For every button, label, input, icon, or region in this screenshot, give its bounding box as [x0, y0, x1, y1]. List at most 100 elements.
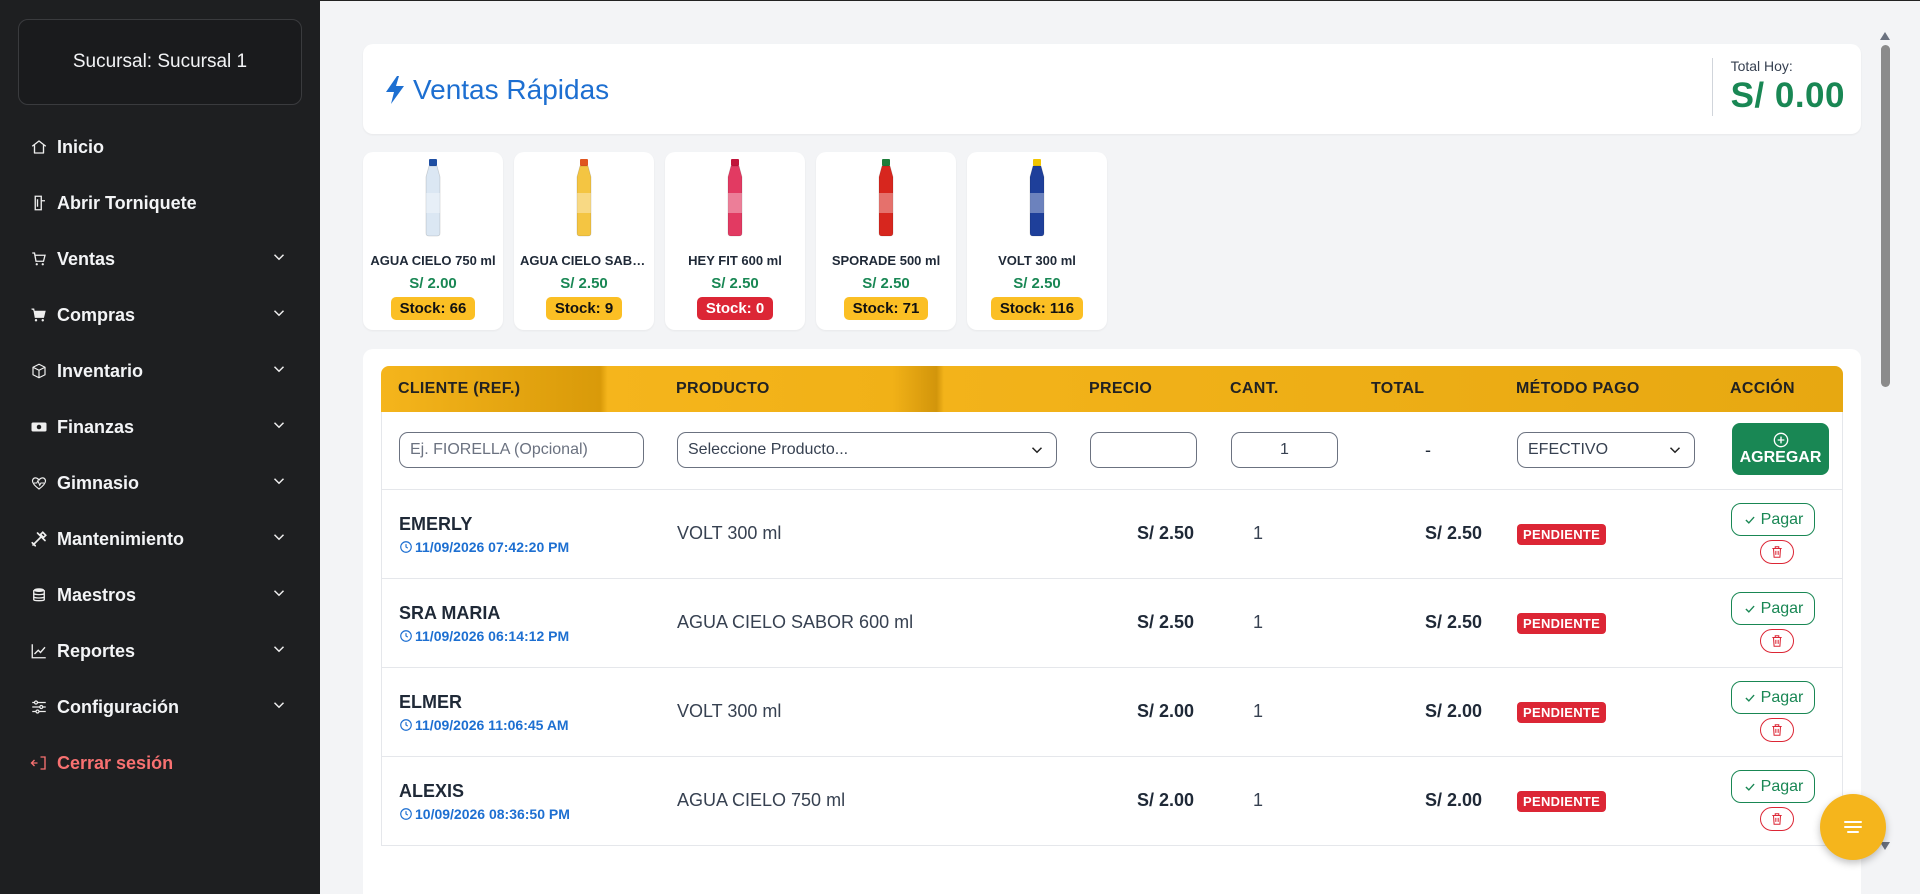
cliente-input[interactable]: Ej. FIORELLA (Opcional) [399, 432, 644, 468]
product-card[interactable]: AGUA CIELO 750 ml S/ 2.00 Stock: 66 [363, 152, 503, 330]
delete-button[interactable] [1760, 807, 1794, 831]
table-row: ALEXIS 10/09/2026 08:36:50 PM AGUA CIELO… [381, 757, 1843, 846]
box-icon [30, 362, 48, 380]
precio-input[interactable] [1090, 432, 1197, 468]
delete-button[interactable] [1760, 629, 1794, 653]
product-card[interactable]: SPORADE 500 ml S/ 2.50 Stock: 71 [816, 152, 956, 330]
product-image [569, 157, 599, 237]
product-card[interactable]: HEY FIT 600 ml S/ 2.50 Stock: 0 [665, 152, 805, 330]
lightning-icon [386, 76, 404, 104]
product-price: S/ 2.50 [560, 275, 608, 292]
product-card[interactable]: VOLT 300 ml S/ 2.50 Stock: 116 [967, 152, 1107, 330]
cart-icon [30, 250, 48, 268]
sidebar-item-abrir-torniquete[interactable]: Abrir Torniquete [0, 175, 320, 231]
status-badge: PENDIENTE [1517, 791, 1607, 812]
header-precio: PRECIO [1089, 380, 1153, 397]
product-name: HEY FIT 600 ml [688, 253, 782, 268]
table-row: ELMER 11/09/2026 11:06:45 AM VOLT 300 ml… [381, 668, 1843, 757]
chevron-down-icon [270, 304, 288, 327]
delete-button[interactable] [1760, 540, 1794, 564]
check-icon [1745, 694, 1755, 702]
sidebar-item-reportes[interactable]: Reportes [0, 623, 320, 679]
row-total: S/ 2.00 [1424, 790, 1482, 810]
row-product: VOLT 300 ml [677, 701, 782, 721]
pay-button[interactable]: Pagar [1731, 503, 1815, 536]
tools-icon [30, 530, 48, 548]
sidebar-item-gimnasio[interactable]: Gimnasio [0, 455, 320, 511]
sale-datetime: 10/09/2026 08:36:50 PM [399, 806, 570, 822]
clock-icon [400, 719, 412, 731]
sale-datetime: 11/09/2026 06:14:12 PM [399, 628, 569, 644]
new-sale-row: Ej. FIORELLA (Opcional) Seleccione Produ… [381, 412, 1843, 490]
sidebar-item-label: Maestros [57, 584, 137, 605]
check-icon [1745, 605, 1755, 613]
delete-button[interactable] [1760, 718, 1794, 742]
metodo-pago-select[interactable]: EFECTIVO [1517, 432, 1695, 468]
add-sale-button[interactable]: AGREGAR [1732, 423, 1829, 475]
product-name: SPORADE 500 ml [831, 253, 941, 268]
row-total: S/ 2.00 [1424, 701, 1482, 721]
heart-pulse-icon [30, 474, 48, 492]
chevron-down-icon [1031, 447, 1043, 454]
cantidad-input[interactable]: 1 [1231, 432, 1338, 468]
branch-selector[interactable]: Sucursal: Sucursal 1 [18, 19, 302, 105]
pay-button[interactable]: Pagar [1731, 681, 1815, 714]
add-sale-label: AGREGAR [1739, 448, 1822, 466]
sidebar-item-compras[interactable]: Compras [0, 287, 320, 343]
clock-icon [400, 630, 412, 642]
scroll-thumb[interactable] [1881, 45, 1890, 387]
sidebar-item-finanzas[interactable]: Finanzas [0, 399, 320, 455]
row-quantity: 1 [1252, 612, 1263, 632]
header-producto: PRODUCTO [676, 380, 770, 397]
table-header: CLIENTE (REF.) PRODUCTO PRECIO CANT. TOT… [381, 366, 1843, 412]
sidebar-item-label: Inicio [57, 136, 105, 157]
table-row: SRA MARIA 11/09/2026 06:14:12 PM AGUA CI… [381, 579, 1843, 668]
floating-menu-button[interactable] [1820, 794, 1886, 860]
shopping-cart-icon [30, 306, 48, 324]
product-card[interactable]: AGUA CIELO SABOR 600 ml S/ 2.50 Stock: 9 [514, 152, 654, 330]
product-stock-badge: Stock: 116 [990, 297, 1084, 320]
sale-datetime-text: 11/09/2026 11:06:45 AM [415, 717, 569, 733]
row-price: S/ 2.00 [1136, 790, 1194, 810]
sidebar-item-maestros[interactable]: Maestros [0, 567, 320, 623]
client-name: ALEXIS [399, 781, 465, 801]
sidebar-item-label: Mantenimiento [57, 528, 185, 549]
trash-icon [1772, 813, 1782, 825]
turnstile-icon [30, 194, 48, 212]
trash-icon [1772, 546, 1782, 558]
cash-icon [30, 418, 48, 436]
header-cliente: CLIENTE (REF.) [398, 380, 521, 397]
sidebar-item-configuraci-n[interactable]: Configuración [0, 679, 320, 735]
sidebar-item-label: Reportes [57, 640, 136, 661]
status-badge: PENDIENTE [1517, 702, 1607, 723]
logout-label: Cerrar sesión [57, 752, 174, 773]
sidebar-item-inventario[interactable]: Inventario [0, 343, 320, 399]
pay-button[interactable]: Pagar [1731, 770, 1815, 803]
row-price: S/ 2.50 [1136, 523, 1194, 543]
product-stock-badge: Stock: 9 [545, 297, 623, 320]
client-name: EMERLY [399, 514, 473, 534]
status-badge: PENDIENTE [1517, 524, 1607, 545]
product-price: S/ 2.00 [409, 275, 457, 292]
product-image [1022, 157, 1052, 237]
pay-button[interactable]: Pagar [1731, 592, 1815, 625]
sidebar-item-label: Ventas [57, 248, 116, 269]
sidebar-item-inicio[interactable]: Inicio [0, 119, 320, 175]
header-metodo: MÉTODO PAGO [1516, 380, 1640, 397]
row-quantity: 1 [1252, 790, 1263, 810]
logout-button[interactable]: Cerrar sesión [0, 735, 320, 791]
sidebar-item-ventas[interactable]: Ventas [0, 231, 320, 287]
chevron-down-icon [270, 248, 288, 271]
sidebar-item-label: Gimnasio [57, 472, 140, 493]
cantidad-value: 1 [1280, 441, 1289, 458]
total-today: Total Hoy: S/ 0.00 [1711, 58, 1845, 116]
scroll-up-arrow[interactable] [1880, 32, 1890, 40]
sidebar-nav: Inicio Abrir Torniquete Ventas Compras Inven… [0, 119, 320, 791]
sale-datetime-text: 10/09/2026 08:36:50 PM [415, 806, 570, 822]
sidebar-item-mantenimiento[interactable]: Mantenimiento [0, 511, 320, 567]
sidebar-item-label: Configuración [57, 696, 179, 717]
sidebar-item-label: Compras [57, 304, 136, 325]
plus-circle-icon [1773, 432, 1788, 447]
logout-icon [30, 754, 48, 772]
producto-select[interactable]: Seleccione Producto... [677, 432, 1057, 468]
